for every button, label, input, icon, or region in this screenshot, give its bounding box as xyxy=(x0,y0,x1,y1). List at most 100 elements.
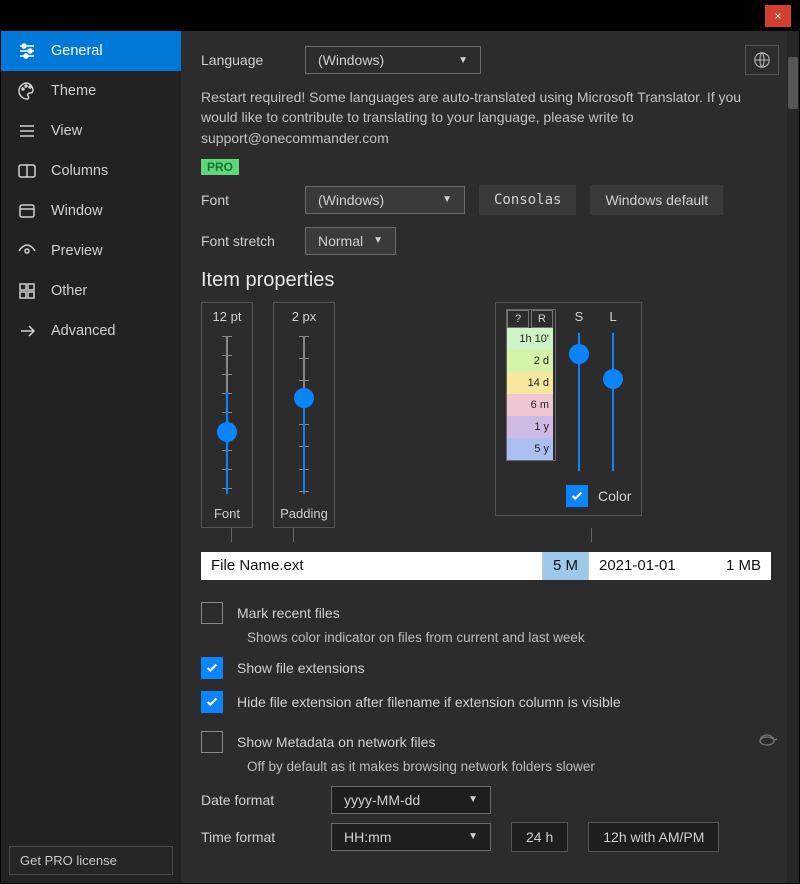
body: General Theme View Columns xyxy=(1,31,799,883)
window-icon xyxy=(17,201,37,221)
list-icon xyxy=(17,121,37,141)
close-icon: × xyxy=(774,9,781,23)
color-help-button[interactable]: ? xyxy=(507,310,529,328)
sidebar-item-theme[interactable]: Theme xyxy=(1,71,181,111)
color-legend: ? R 1h 10'2 d14 d6 m1 y5 y xyxy=(506,309,556,461)
font-consolas-button[interactable]: Consolas xyxy=(479,185,576,215)
color-l-label: L xyxy=(609,309,616,327)
language-label: Language xyxy=(201,52,291,68)
pro-badge: PRO xyxy=(201,159,239,175)
chevron-down-icon: ▼ xyxy=(458,55,468,66)
saturation-slider[interactable] xyxy=(568,327,590,477)
date-format-value: yyyy-MM-dd xyxy=(344,792,420,808)
lightness-slider[interactable] xyxy=(602,327,624,477)
date-format-label: Date format xyxy=(201,792,311,808)
mark-recent-checkbox[interactable] xyxy=(201,602,223,624)
font-size-slider-box: 12 pt Font xyxy=(201,302,253,528)
turtle-icon xyxy=(757,733,779,750)
padding-value: 2 px xyxy=(292,309,317,324)
font-stretch-value: Normal xyxy=(318,233,363,249)
content-panel: Language (Windows) ▼ Restart required! S… xyxy=(181,31,799,883)
hide-extension-checkbox[interactable] xyxy=(201,691,223,713)
language-select[interactable]: (Windows) ▼ xyxy=(305,46,481,74)
show-metadata-desc: Off by default as it makes browsing netw… xyxy=(247,759,779,774)
sidebar-item-columns[interactable]: Columns xyxy=(1,151,181,191)
color-scale: 1h 10'2 d14 d6 m1 y5 y xyxy=(507,328,553,460)
color-checkbox[interactable] xyxy=(566,485,588,507)
columns-icon xyxy=(17,161,37,181)
sidebar-label: Other xyxy=(51,283,87,299)
sidebar-label: Advanced xyxy=(51,323,116,339)
show-extensions-label: Show file extensions xyxy=(237,660,365,676)
font-default-button[interactable]: Windows default xyxy=(590,185,723,215)
show-metadata-label: Show Metadata on network files xyxy=(237,734,435,750)
mark-recent-label: Mark recent files xyxy=(237,605,340,621)
sidebar-label: Window xyxy=(51,203,103,219)
item-preview-bar: File Name.ext 5 M 2021-01-01 1 MB xyxy=(201,552,771,580)
hide-extension-label: Hide file extension after filename if ex… xyxy=(237,694,621,710)
translate-button[interactable] xyxy=(745,45,779,75)
chevron-down-icon: ▼ xyxy=(468,831,478,842)
time-12h-button[interactable]: 12h with AM/PM xyxy=(588,822,719,852)
color-scale-band: 1 y xyxy=(507,416,553,438)
close-button[interactable]: × xyxy=(765,5,791,27)
show-metadata-checkbox[interactable] xyxy=(201,731,223,753)
show-extensions-checkbox[interactable] xyxy=(201,657,223,679)
sidebar-label: Preview xyxy=(51,243,103,259)
padding-slider[interactable] xyxy=(289,330,319,500)
sidebar-item-preview[interactable]: Preview xyxy=(1,231,181,271)
settings-window: × General Theme View xyxy=(0,0,800,884)
font-stretch-label: Font stretch xyxy=(201,233,291,249)
scrollbar-thumb[interactable] xyxy=(788,57,798,109)
time-format-label: Time format xyxy=(201,829,311,845)
color-scale-band: 5 y xyxy=(507,438,553,460)
preview-date: 2021-01-01 xyxy=(589,552,709,580)
time-format-value: HH:mm xyxy=(344,829,391,845)
font-stretch-select[interactable]: Normal ▼ xyxy=(305,227,396,255)
font-size-slider[interactable] xyxy=(212,330,242,500)
preview-name: File Name.ext xyxy=(201,552,542,580)
color-scale-band: 2 d xyxy=(507,350,553,372)
chevron-down-icon: ▼ xyxy=(373,235,383,246)
sidebar-item-window[interactable]: Window xyxy=(1,191,181,231)
padding-slider-box: 2 px Padding xyxy=(273,302,335,528)
sidebar-item-general[interactable]: General xyxy=(1,31,181,71)
font-size-caption: Font xyxy=(214,506,240,521)
color-reset-button[interactable]: R xyxy=(531,310,553,328)
sliders-icon xyxy=(17,41,37,61)
time-24h-button[interactable]: 24 h xyxy=(511,822,568,852)
sidebar-label: Theme xyxy=(51,83,96,99)
eye-icon xyxy=(17,241,37,261)
get-pro-label: Get PRO license xyxy=(20,853,117,868)
time-format-select[interactable]: HH:mm ▼ xyxy=(331,823,491,851)
preview-size: 1 MB xyxy=(709,552,771,580)
language-value: (Windows) xyxy=(318,52,384,68)
item-properties-title: Item properties xyxy=(201,269,779,292)
color-scale-band: 14 d xyxy=(507,372,553,394)
sidebar-label: General xyxy=(51,43,103,59)
palette-icon xyxy=(17,81,37,101)
sidebar-item-advanced[interactable]: Advanced xyxy=(1,311,181,351)
scrollbar-track[interactable] xyxy=(787,31,799,883)
font-label: Font xyxy=(201,192,291,208)
color-s-label: S xyxy=(575,309,584,327)
color-settings-box: ? R 1h 10'2 d14 d6 m1 y5 y S xyxy=(495,302,642,516)
date-format-select[interactable]: yyyy-MM-dd ▼ xyxy=(331,786,491,814)
font-select[interactable]: (Windows) ▼ xyxy=(305,186,465,214)
globe-icon xyxy=(753,51,771,69)
get-pro-button[interactable]: Get PRO license xyxy=(9,846,173,875)
color-checkbox-label: Color xyxy=(598,488,631,504)
font-value: (Windows) xyxy=(318,192,384,208)
sidebar-label: View xyxy=(51,123,82,139)
language-hint: Restart required! Some languages are aut… xyxy=(201,87,761,148)
font-size-value: 12 pt xyxy=(213,309,242,324)
sidebar-item-view[interactable]: View xyxy=(1,111,181,151)
arrow-right-icon xyxy=(17,321,37,341)
chevron-down-icon: ▼ xyxy=(442,194,452,205)
sidebar: General Theme View Columns xyxy=(1,31,181,883)
mark-recent-desc: Shows color indicator on files from curr… xyxy=(247,630,779,645)
sidebar-item-other[interactable]: Other xyxy=(1,271,181,311)
connector-lines xyxy=(201,528,771,542)
preview-modified: 5 M xyxy=(542,552,589,580)
color-scale-band: 6 m xyxy=(507,394,553,416)
